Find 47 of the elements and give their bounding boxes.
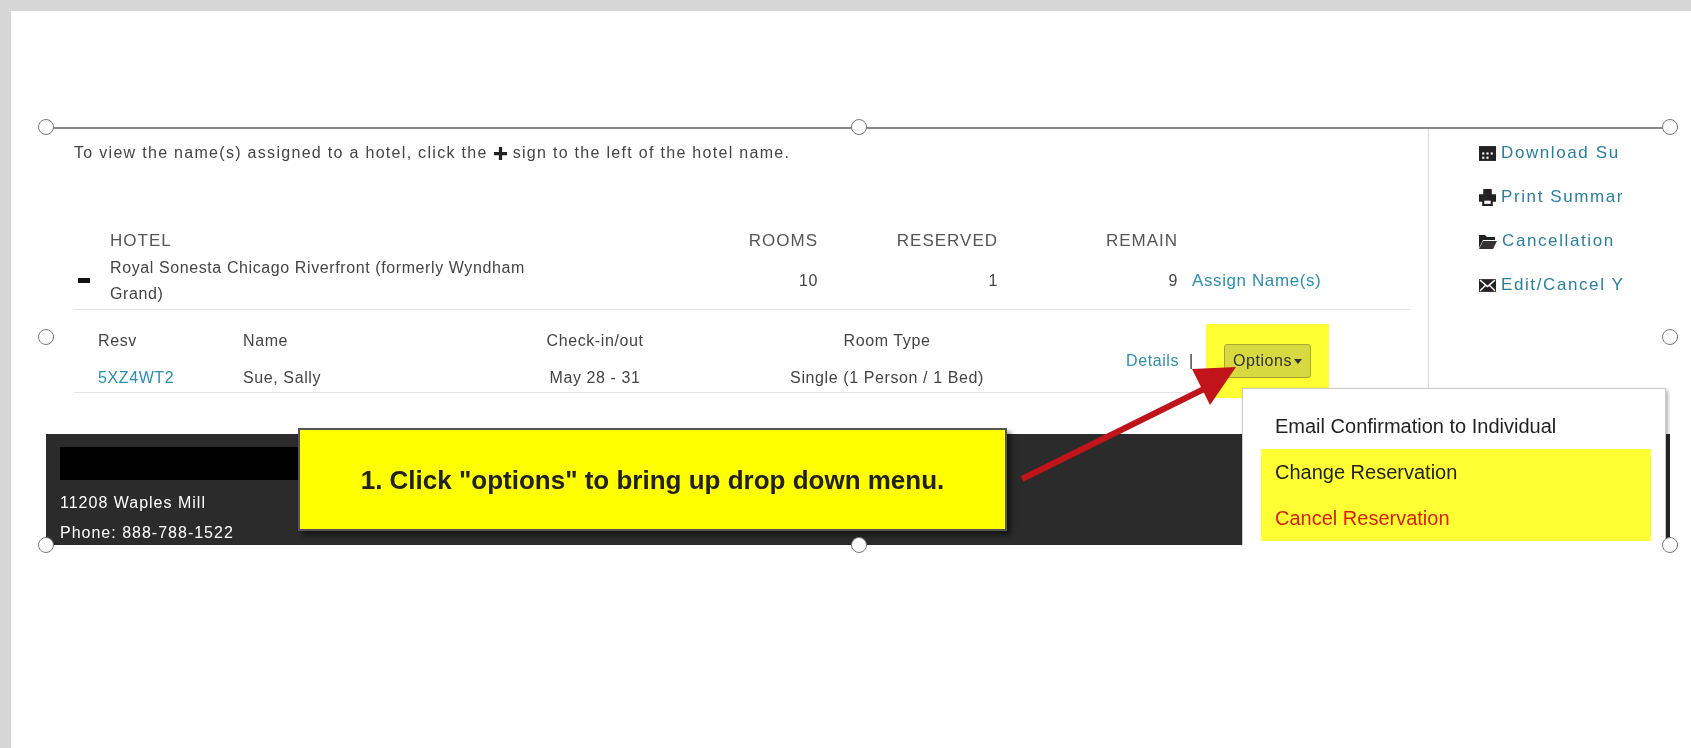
reserved-count: 1 [987, 272, 998, 290]
caret-icon [1294, 358, 1303, 364]
stay-dates: May 28 - 31 [548, 369, 642, 387]
menu-item[interactable]: Cancel Reservation [1261, 495, 1651, 541]
resize-handle[interactable] [38, 119, 54, 135]
column-header: HOTEL [110, 231, 173, 251]
envelope-icon [1479, 278, 1496, 292]
remain-count: 9 [1167, 272, 1178, 290]
collapse-icon[interactable] [78, 278, 90, 284]
sidebar-link[interactable]: Print Summar [1479, 187, 1670, 207]
resize-handle[interactable] [1662, 329, 1678, 345]
guest-name: Sue, Sally [243, 369, 323, 387]
column-header: Check-in/out [545, 332, 645, 350]
callout-note: 1. Click "options" to bring up drop down menu. [298, 428, 1007, 531]
sidebar-link[interactable]: Download Su [1479, 143, 1670, 163]
phone-text: Phone: 888-788-1522 [60, 523, 234, 543]
instruction-text: sign to the left of the hotel name. [512, 144, 791, 162]
instruction-text: To view the name(s) assigned to a hotel, click the [74, 144, 488, 162]
assign-names-link[interactable]: Assign Name(s) [1178, 271, 1428, 291]
column-header: RESERVED [895, 231, 998, 251]
resize-handle[interactable] [38, 329, 54, 345]
column-header: Resv [98, 332, 138, 350]
resize-handle[interactable] [851, 537, 867, 553]
resize-handle[interactable] [38, 537, 54, 553]
menu-item[interactable]: Email Confirmation to Individual [1261, 403, 1651, 449]
sidebar-link[interactable]: Edit/Cancel Y [1479, 275, 1670, 295]
rooms-count: 10 [798, 272, 818, 290]
details-link[interactable]: Details [1126, 352, 1180, 370]
sidebar-link[interactable]: Cancellation [1479, 231, 1670, 251]
room-type: Single (1 Person / 1 Bed) [789, 369, 985, 387]
resize-handle[interactable] [1662, 119, 1678, 135]
resize-handle[interactable] [1662, 537, 1678, 553]
plus-icon [493, 146, 507, 160]
printer-icon [1479, 188, 1496, 206]
reservation-link[interactable]: 5XZ4WT2 [98, 369, 243, 387]
address-text: 11208 Waples Mill [60, 493, 206, 513]
column-header: Name [243, 332, 290, 350]
hotel-name: Royal Sonesta Chicago Riverfront (formerly Wyndham Grand) [110, 258, 526, 304]
folder-icon [1479, 233, 1497, 249]
calendar-icon [1479, 145, 1496, 161]
menu-item[interactable]: Change Reservation [1261, 449, 1651, 495]
separator: | [1189, 352, 1194, 370]
resize-handle[interactable] [851, 119, 867, 135]
column-header: Room Type [842, 332, 932, 350]
column-header: REMAIN [1104, 231, 1178, 251]
column-header: ROOMS [747, 231, 818, 251]
options-button[interactable]: Options [1223, 344, 1312, 378]
